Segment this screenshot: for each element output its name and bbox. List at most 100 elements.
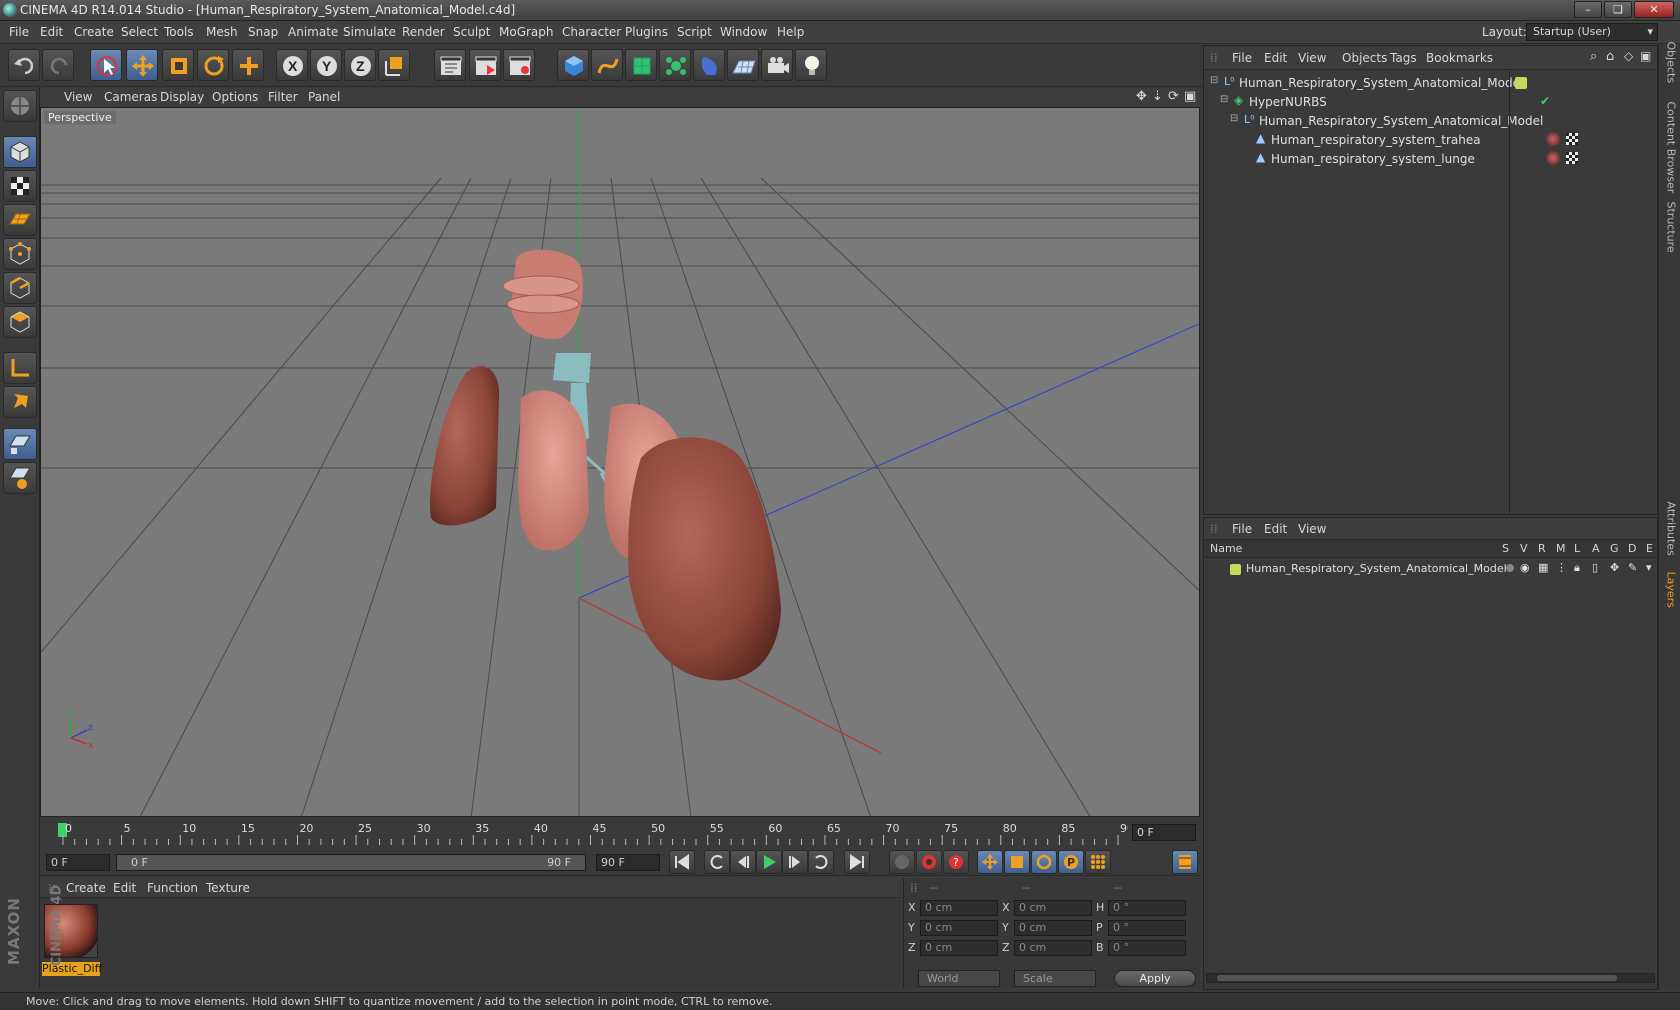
subdivision-surface-button[interactable] — [625, 49, 657, 81]
menu-select[interactable]: Select — [121, 25, 158, 39]
object-row[interactable]: ⊟ ◈ HyperNURBS ✔ — [1204, 92, 1657, 112]
tab-layers[interactable]: Layers — [1665, 572, 1678, 632]
key-parameter-toggle[interactable]: P — [1058, 850, 1084, 874]
menu-help[interactable]: Help — [777, 25, 804, 39]
viewport-menu-panel[interactable]: Panel — [308, 90, 340, 104]
material-menu-texture[interactable]: Texture — [206, 881, 250, 895]
perspective-viewport[interactable]: y z x Perspective — [40, 107, 1200, 817]
render-settings-button[interactable] — [503, 49, 535, 81]
restore-button[interactable]: ❏ — [1604, 1, 1632, 18]
layer-col-v[interactable]: V — [1520, 542, 1528, 555]
layer-col-m[interactable]: M — [1556, 542, 1566, 555]
layer-col-d[interactable]: D — [1628, 542, 1636, 555]
go-to-end-button[interactable] — [844, 850, 870, 874]
tweak-mode-button[interactable] — [3, 386, 37, 418]
model-mode-button[interactable] — [3, 136, 37, 168]
material-menu-create[interactable]: Create — [66, 881, 106, 895]
menu-render[interactable]: Render — [402, 25, 445, 39]
deformer-toggle-icon[interactable]: ✎ — [1628, 561, 1637, 574]
lock-icon[interactable]: 🔒︎ — [1574, 561, 1580, 575]
tab-structure[interactable]: Structure — [1665, 202, 1678, 262]
layer-horizontal-scrollbar[interactable] — [1206, 973, 1655, 983]
pos-x-field[interactable]: 0 cm — [920, 900, 998, 916]
rot-h-field[interactable]: 0 ° — [1108, 900, 1186, 916]
workplane-mode-button[interactable] — [3, 204, 37, 236]
object-row[interactable]: ⊟ L⁰ Human_Respiratory_System_Anatomical… — [1204, 111, 1657, 131]
y-axis-lock[interactable]: Y — [310, 49, 342, 81]
timeline-window-button[interactable] — [1172, 850, 1198, 874]
key-position-toggle[interactable] — [977, 850, 1003, 874]
menu-window[interactable]: Window — [720, 25, 767, 39]
render-toggle-icon[interactable]: ▦ — [1538, 561, 1548, 574]
start-frame-field[interactable]: 0 F — [46, 854, 110, 871]
layer-menu-file[interactable]: File — [1232, 522, 1252, 536]
texture-mode-button[interactable] — [3, 170, 37, 202]
record-keys-button[interactable] — [889, 850, 915, 874]
go-to-start-button[interactable] — [669, 850, 695, 874]
next-frame-button[interactable] — [782, 850, 808, 874]
layer-color-swatch[interactable] — [1230, 564, 1241, 575]
viewport-menu-options[interactable]: Options — [212, 90, 258, 104]
layer-color-swatch[interactable] — [1515, 77, 1527, 89]
size-mode-select[interactable]: Scale — [1014, 970, 1096, 987]
play-button[interactable] — [756, 850, 782, 874]
maximize-view-icon[interactable]: ▣ — [1184, 89, 1196, 104]
cube-primitive-button[interactable] — [557, 49, 589, 81]
material-tag-icon[interactable] — [1546, 151, 1560, 165]
autokey-button[interactable] — [916, 850, 942, 874]
make-editable-button[interactable] — [3, 90, 37, 122]
end-frame-field[interactable]: 90 F — [596, 854, 660, 871]
menu-mograph[interactable]: MoGraph — [499, 25, 554, 39]
menu-create[interactable]: Create — [74, 25, 114, 39]
viewport-menu-filter[interactable]: Filter — [268, 90, 298, 104]
menu-edit[interactable]: Edit — [40, 25, 63, 39]
previous-frame-button[interactable] — [730, 850, 756, 874]
tab-objects[interactable]: Objects — [1665, 42, 1678, 102]
snapping-toggle[interactable] — [3, 428, 37, 460]
coordinate-system-button[interactable] — [378, 49, 410, 81]
animation-toggle-icon[interactable]: ▯ — [1592, 561, 1598, 574]
viewport-menu-view[interactable]: View — [64, 90, 92, 104]
collapse-icon[interactable]: ⊟ — [1230, 113, 1238, 124]
spline-pen-button[interactable] — [591, 49, 623, 81]
polygons-mode-button[interactable] — [3, 306, 37, 338]
key-rotation-toggle[interactable] — [1031, 850, 1057, 874]
layer-row[interactable]: Human_Respiratory_System_Anatomical_Mode… — [1204, 560, 1657, 580]
deformer-button[interactable] — [693, 49, 725, 81]
size-z-field[interactable]: 0 cm — [1014, 940, 1092, 956]
apply-button[interactable]: Apply — [1114, 970, 1196, 987]
points-mode-button[interactable] — [3, 238, 37, 270]
new-window-icon[interactable]: ▣ — [1640, 49, 1651, 63]
undo-button[interactable] — [8, 49, 40, 81]
render-view-button[interactable] — [434, 49, 466, 81]
layer-col-l[interactable]: L — [1574, 542, 1580, 555]
texture-tag-icon[interactable] — [1566, 152, 1578, 164]
expression-toggle-icon[interactable]: ▾ — [1646, 561, 1652, 574]
menu-character[interactable]: Character — [562, 25, 621, 39]
object-menu-objects[interactable]: Objects — [1342, 51, 1387, 65]
layer-col-g[interactable]: G — [1610, 542, 1619, 555]
timeline-scale[interactable]: 0 5 10 15 20 25 30 35 40 45 50 55 60 65 70 75 80 85 90 — [50, 821, 1128, 845]
redo-button[interactable] — [42, 49, 74, 81]
rotate-tool[interactable] — [197, 49, 229, 81]
visibility-eye-icon[interactable]: ◉ — [1520, 561, 1530, 574]
object-menu-edit[interactable]: Edit — [1264, 51, 1287, 65]
key-pla-toggle[interactable] — [1085, 850, 1111, 874]
pos-y-field[interactable]: 0 cm — [920, 920, 998, 936]
search-icon[interactable]: ⌕ — [1590, 49, 1597, 64]
menu-snap[interactable]: Snap — [248, 25, 278, 39]
minimize-button[interactable]: – — [1574, 1, 1602, 18]
x-axis-lock[interactable]: X — [276, 49, 308, 81]
layer-menu-edit[interactable]: Edit — [1264, 522, 1287, 536]
eye-icon[interactable]: ◇ — [1624, 49, 1633, 63]
move-tool[interactable] — [126, 49, 158, 81]
layer-col-s[interactable]: S — [1502, 542, 1509, 555]
rot-b-field[interactable]: 0 ° — [1108, 940, 1186, 956]
solo-toggle-icon[interactable] — [1506, 564, 1514, 572]
previous-key-button[interactable] — [704, 850, 730, 874]
coordinate-mode-select[interactable]: World — [918, 970, 1000, 987]
material-menu-edit[interactable]: Edit — [113, 881, 136, 895]
locked-workplane-button[interactable] — [3, 462, 37, 494]
menu-animate[interactable]: Animate — [288, 25, 338, 39]
live-selection-tool[interactable] — [90, 49, 122, 81]
